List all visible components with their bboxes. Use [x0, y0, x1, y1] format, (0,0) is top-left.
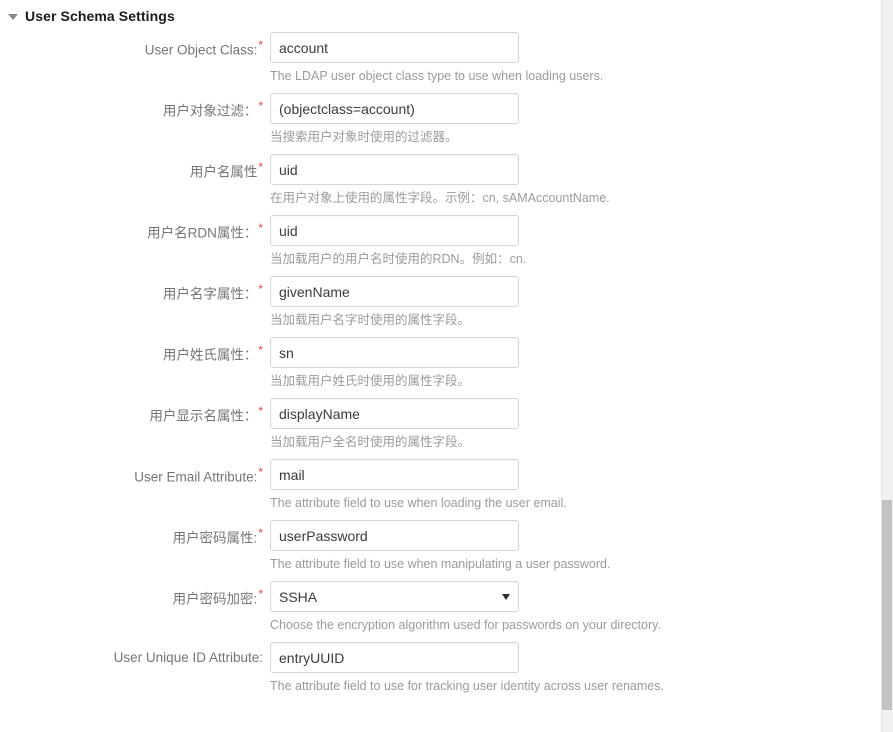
field-help-text: 在用户对象上使用的属性字段。示例：cn, sAMAccountName.	[270, 191, 610, 205]
field-label: 用户显示名属性：*	[0, 398, 263, 425]
field-help-text: The attribute field to use when loading …	[270, 496, 567, 510]
field-label-text: 用户名字属性：	[162, 286, 258, 302]
field-control-cell: The attribute field to use for tracking …	[263, 642, 881, 703]
required-asterisk-icon: *	[258, 160, 263, 174]
form-row: 用户姓氏属性：* 当加载用户姓氏时使用的属性字段。	[0, 337, 881, 398]
field-label: 用户密码属性:*	[0, 520, 263, 547]
field-help-text: 当加载用户名字时使用的属性字段。	[270, 313, 471, 327]
vertical-scrollbar-thumb[interactable]	[882, 500, 892, 710]
field-label-text: User Object Class:	[144, 42, 258, 58]
form-row: 用户密码属性:* The attribute field to use when …	[0, 520, 881, 581]
field-control-cell: The LDAP user object class type to use w…	[263, 32, 881, 93]
field-help-text: The attribute field to use when manipula…	[270, 557, 611, 571]
form-row: 用户名RDN属性：* 当加载用户的用户名时使用的RDN。例如：cn.	[0, 215, 881, 276]
field-control-cell: 当加载用户名字时使用的属性字段。	[263, 276, 881, 337]
field-label-text: 用户名RDN属性：	[147, 225, 258, 241]
text-input[interactable]	[270, 459, 519, 490]
field-help-text: 当加载用户姓氏时使用的属性字段。	[270, 374, 471, 388]
required-asterisk-icon: *	[258, 465, 263, 479]
required-asterisk-icon: *	[258, 282, 263, 296]
field-label-text: 用户名属性	[189, 164, 258, 180]
field-control-cell: 在用户对象上使用的属性字段。示例：cn, sAMAccountName.	[263, 154, 881, 215]
form-row: 用户显示名属性：* 当加载用户全名时使用的属性字段。	[0, 398, 881, 459]
field-label-text: 用户密码属性:	[172, 530, 258, 546]
form-row: 用户名属性* 在用户对象上使用的属性字段。示例：cn, sAMAccountNam…	[0, 154, 881, 215]
field-label: 用户姓氏属性：*	[0, 337, 263, 364]
text-input[interactable]	[270, 520, 519, 551]
form-row: User Email Attribute:* The attribute fiel…	[0, 459, 881, 520]
field-label: 用户对象过滤：*	[0, 93, 263, 120]
field-label-text: 用户姓氏属性：	[162, 347, 258, 363]
field-label: 用户名属性*	[0, 154, 263, 181]
form-row: 用户名字属性：* 当加载用户名字时使用的属性字段。	[0, 276, 881, 337]
required-asterisk-icon: *	[258, 343, 263, 357]
text-input[interactable]	[270, 276, 519, 307]
required-asterisk-icon: *	[258, 587, 263, 601]
text-input[interactable]	[270, 154, 519, 185]
text-input[interactable]	[270, 398, 519, 429]
form-row: 用户密码加密:* SSHA Choose the encryption algori…	[0, 581, 881, 642]
field-control-cell: 当加载用户的用户名时使用的RDN。例如：cn.	[263, 215, 881, 276]
field-help-text: 当加载用户全名时使用的属性字段。	[270, 435, 471, 449]
text-input[interactable]	[270, 642, 519, 673]
form-row: 用户对象过滤：* 当搜索用户对象时使用的过滤器。	[0, 93, 881, 154]
text-input[interactable]	[270, 215, 519, 246]
field-help-text: The LDAP user object class type to use w…	[270, 69, 604, 83]
field-help-text: 当加载用户的用户名时使用的RDN。例如：cn.	[270, 252, 527, 266]
field-control-cell: The attribute field to use when manipula…	[263, 520, 881, 581]
field-label: User Object Class:*	[0, 32, 263, 59]
required-asterisk-icon: *	[258, 404, 263, 418]
text-input[interactable]	[270, 93, 519, 124]
field-label: User Email Attribute:*	[0, 459, 263, 486]
field-help-text: Choose the encryption algorithm used for…	[270, 618, 661, 632]
user-schema-form: User Object Class:*The LDAP user object …	[0, 32, 881, 703]
field-control-cell: 当搜索用户对象时使用的过滤器。	[263, 93, 881, 154]
field-label: 用户密码加密:*	[0, 581, 263, 608]
settings-content-panel: User Schema Settings User Object Class:*…	[0, 0, 881, 732]
required-asterisk-icon: *	[258, 38, 263, 52]
field-label: User Unique ID Attribute:	[0, 642, 263, 666]
form-row: User Unique ID Attribute: The attribute f…	[0, 642, 881, 703]
field-control-cell: 当加载用户全名时使用的属性字段。	[263, 398, 881, 459]
field-label-text: User Email Attribute:	[134, 469, 258, 485]
field-label: 用户名RDN属性：*	[0, 215, 263, 242]
user-schema-settings-page: User Schema Settings User Object Class:*…	[0, 0, 893, 732]
field-label-text: 用户显示名属性：	[149, 408, 258, 424]
page-title: User Schema Settings	[25, 8, 175, 24]
select-value[interactable]: SSHA	[270, 581, 519, 612]
field-control-cell: SSHA Choose the encryption algorithm used…	[263, 581, 881, 642]
field-label-text: 用户密码加密:	[172, 591, 258, 607]
required-asterisk-icon: *	[258, 221, 263, 235]
required-asterisk-icon: *	[258, 99, 263, 113]
form-row: User Object Class:* The LDAP user object …	[0, 32, 881, 93]
field-label-text: 用户对象过滤：	[162, 103, 258, 119]
password-encryption-select[interactable]: SSHA	[270, 581, 519, 612]
field-label-text: User Unique ID Attribute:	[113, 650, 263, 665]
vertical-scrollbar-track[interactable]	[881, 0, 893, 732]
field-control-cell: The attribute field to use when loading …	[263, 459, 881, 520]
text-input[interactable]	[270, 337, 519, 368]
caret-down-icon[interactable]	[8, 14, 18, 20]
required-asterisk-icon: *	[258, 526, 263, 540]
field-help-text: 当搜索用户对象时使用的过滤器。	[270, 130, 458, 144]
text-input[interactable]	[270, 32, 519, 63]
chevron-down-icon[interactable]	[502, 594, 510, 600]
field-help-text: The attribute field to use for tracking …	[270, 679, 664, 693]
field-label: 用户名字属性：*	[0, 276, 263, 303]
field-control-cell: 当加载用户姓氏时使用的属性字段。	[263, 337, 881, 398]
section-header-user-schema-settings[interactable]: User Schema Settings	[0, 0, 881, 26]
